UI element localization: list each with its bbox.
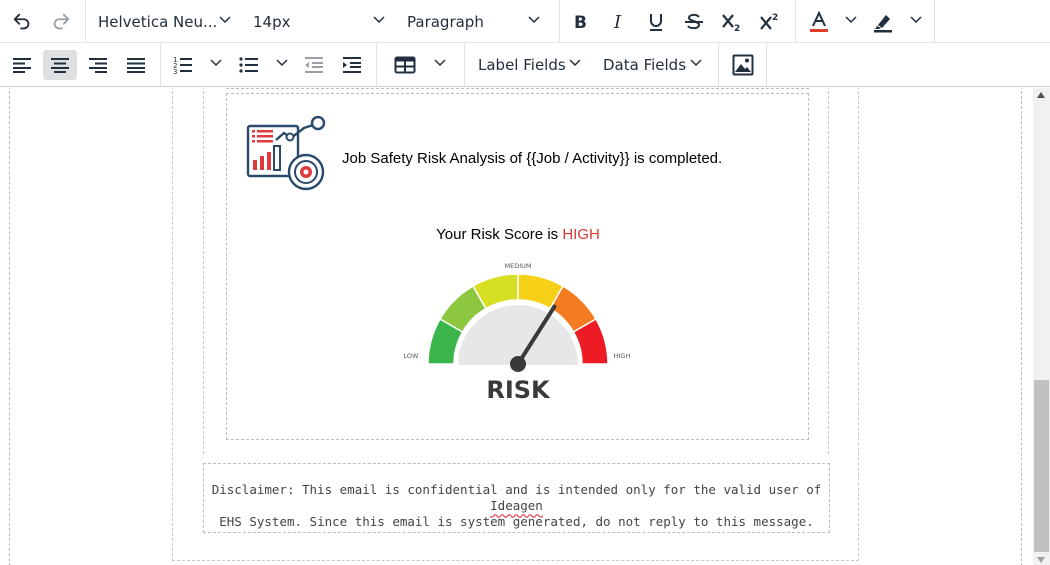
font-size-chevron-icon[interactable] — [372, 13, 386, 27]
list-group: 123 — [161, 43, 377, 86]
disclaimer-line1: Disclaimer: This email is confidential a… — [211, 482, 822, 497]
font-size-select[interactable]: 14px — [253, 7, 291, 37]
align-left-button[interactable] — [5, 50, 39, 80]
outdent-button[interactable] — [297, 50, 331, 80]
align-group — [0, 43, 161, 86]
table-chevron-icon[interactable] — [433, 56, 447, 70]
text-color-button[interactable] — [802, 7, 836, 37]
bold-button[interactable]: B — [564, 7, 598, 37]
superscript-button[interactable]: 2 — [753, 7, 787, 37]
table-icon — [394, 56, 416, 74]
underline-icon — [650, 14, 662, 31]
highlight-button[interactable] — [866, 7, 900, 37]
image-icon — [732, 54, 754, 76]
numbered-list-icon: 123 — [173, 56, 192, 75]
indent-button[interactable] — [335, 50, 369, 80]
bullet-list-chevron-icon[interactable] — [275, 56, 289, 70]
scroll-down-arrow-icon[interactable] — [1037, 557, 1045, 563]
history-group — [0, 0, 86, 42]
svg-text:I: I — [613, 12, 622, 32]
disclaimer-misspelled-word: Ideagen — [490, 498, 543, 513]
strikethrough-button[interactable] — [677, 7, 711, 37]
indent-icon — [343, 57, 361, 73]
subscript-button[interactable]: 2 — [715, 7, 749, 37]
gauge-title: RISK — [486, 376, 551, 404]
bullet-list-icon — [239, 57, 258, 73]
scrollbar-thumb[interactable] — [1034, 380, 1049, 552]
font-family-chevron-icon[interactable] — [218, 13, 232, 27]
block-format-select[interactable]: Paragraph — [407, 7, 484, 37]
table-group — [377, 43, 465, 86]
toolbar-secondary: 123 Label Fields Data Fields — [0, 43, 1050, 87]
text-color-icon — [810, 11, 828, 32]
svg-text:B: B — [574, 13, 587, 32]
editor-content-area[interactable]: Job Safety Risk Analysis of {{Job / Acti… — [0, 88, 1050, 565]
highlight-chevron-icon[interactable] — [909, 13, 923, 27]
italic-button[interactable]: I — [602, 7, 636, 37]
bullet-list-button[interactable] — [232, 50, 266, 80]
highlight-icon — [874, 15, 892, 33]
svg-text:3: 3 — [173, 68, 177, 75]
outdent-icon — [305, 57, 323, 73]
label-fields-select[interactable]: Label Fields — [478, 50, 566, 80]
gauge-label-high: HIGH — [614, 352, 631, 360]
redo-button[interactable] — [44, 7, 78, 37]
justify-icon — [127, 58, 145, 73]
align-left-icon — [13, 58, 31, 73]
undo-icon — [13, 13, 30, 30]
font-family-select[interactable]: Helvetica Neu... — [98, 7, 217, 37]
bold-icon: B — [574, 13, 587, 32]
justify-button[interactable] — [119, 50, 153, 80]
toolbar-primary: Helvetica Neu... 14px Paragraph B I 2 2 — [0, 0, 1050, 43]
numbered-list-button[interactable]: 123 — [166, 50, 200, 80]
superscript-icon: 2 — [760, 13, 778, 30]
subscript-icon: 2 — [722, 14, 740, 33]
risk-score-value: HIGH — [562, 226, 600, 243]
italic-icon: I — [613, 12, 622, 32]
color-group — [796, 0, 935, 42]
disclaimer-text: Disclaimer: This email is confidential a… — [204, 482, 829, 530]
data-fields-chevron-icon[interactable] — [689, 56, 703, 70]
block-format-chevron-icon[interactable] — [527, 13, 541, 27]
analytics-report-icon — [246, 116, 326, 191]
gauge-label-low: LOW — [404, 352, 420, 360]
risk-score-prefix: Your Risk Score is — [436, 226, 563, 243]
align-center-icon — [51, 58, 69, 73]
redo-icon — [53, 13, 70, 30]
align-right-icon — [89, 58, 107, 73]
numbered-list-chevron-icon[interactable] — [209, 56, 223, 70]
undo-button[interactable] — [5, 7, 39, 37]
svg-text:2: 2 — [734, 24, 740, 33]
svg-text:2: 2 — [772, 13, 778, 23]
scroll-up-arrow-icon[interactable] — [1037, 92, 1045, 98]
text-color-chevron-icon[interactable] — [844, 13, 858, 27]
align-right-button[interactable] — [81, 50, 115, 80]
label-fields-chevron-icon[interactable] — [568, 56, 582, 70]
data-fields-select[interactable]: Data Fields — [603, 50, 686, 80]
insert-image-button[interactable] — [726, 50, 760, 80]
gauge-hub — [510, 356, 526, 372]
table-button[interactable] — [388, 50, 422, 80]
underline-button[interactable] — [639, 7, 673, 37]
risk-gauge: LOW MEDIUM HIGH RISK — [404, 262, 631, 404]
fields-group: Label Fields Data Fields — [465, 43, 719, 86]
font-group: Helvetica Neu... 14px Paragraph — [86, 0, 560, 42]
risk-score-line: Your Risk Score is HIGH — [0, 226, 1036, 243]
analysis-headline: Job Safety Risk Analysis of {{Job / Acti… — [342, 150, 723, 167]
gauge-label-medium: MEDIUM — [504, 262, 531, 270]
format-group: B I 2 2 — [560, 0, 796, 42]
media-group — [719, 43, 767, 86]
card-top-border — [226, 88, 809, 89]
disclaimer-line2: EHS System. Since this email is system g… — [219, 514, 814, 529]
align-center-button[interactable] — [43, 50, 77, 80]
strikethrough-icon — [685, 13, 703, 30]
disclaimer-box[interactable]: Disclaimer: This email is confidential a… — [203, 463, 830, 533]
